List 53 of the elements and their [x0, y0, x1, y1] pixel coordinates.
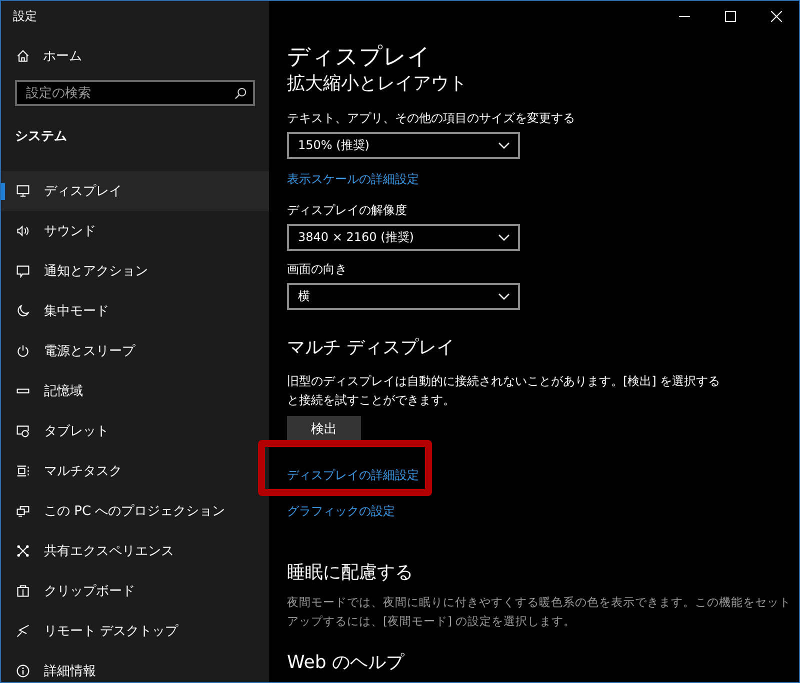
sidebar-item[interactable]: 共有エクスペリエンス: [1, 531, 269, 571]
sidebar-item[interactable]: クリップボード: [1, 571, 269, 611]
sidebar-item[interactable]: サウンド: [1, 211, 269, 251]
field-label: 画面の向き: [287, 261, 347, 277]
section-heading: 睡眠に配慮する: [287, 561, 413, 585]
description-text: 旧型のディスプレイは自動的に接続されないことがあります。[検出] を選択すると接続を試すことができます。: [287, 373, 722, 409]
projection-icon: [16, 504, 30, 518]
moon-icon: [16, 304, 30, 318]
section-heading: システム: [15, 128, 67, 145]
speaker-icon: [16, 224, 30, 238]
chevron-icon: [498, 142, 510, 150]
sidebar-item[interactable]: 電源とスリープ: [1, 331, 269, 371]
monitor-icon: [16, 184, 30, 198]
detect-button[interactable]: 検出: [287, 416, 361, 442]
message-icon: [16, 264, 30, 278]
sidebar-item[interactable]: ディスプレイ: [1, 171, 269, 211]
section-heading: マルチ ディスプレイ: [287, 336, 455, 360]
resolution-dropdown[interactable]: 3840 × 2160 (推奨): [287, 224, 520, 251]
home-icon: [16, 49, 30, 63]
orientation-dropdown[interactable]: 横: [287, 283, 520, 310]
maximize-icon: [724, 10, 736, 22]
tablet-icon: [16, 424, 30, 438]
field-label: ディスプレイの解像度: [287, 202, 407, 218]
multitask-icon: [16, 464, 30, 478]
home-link[interactable]: ホーム: [16, 43, 82, 69]
scale-dropdown[interactable]: 150% (推奨): [287, 132, 520, 159]
power-icon: [16, 344, 30, 358]
info-icon: [16, 664, 30, 678]
search-icon: [234, 87, 247, 100]
page-title: ディスプレイ: [287, 43, 431, 71]
settings-link[interactable]: ディスプレイの詳細設定: [287, 468, 419, 482]
search-field[interactable]: 設定の検索: [15, 80, 255, 106]
sidebar-item[interactable]: 詳細情報: [1, 651, 269, 682]
sidebar-item[interactable]: タブレット: [1, 411, 269, 451]
sidebar-item[interactable]: 通知とアクション: [1, 251, 269, 291]
close-icon: [770, 10, 782, 22]
chevron-icon: [498, 234, 510, 242]
chevron-icon: [498, 292, 510, 300]
sidebar-item[interactable]: リモート デスクトップ: [1, 611, 269, 651]
section-heading: 拡大縮小とレイアウト: [287, 72, 467, 96]
window-title: 設定: [12, 8, 37, 25]
sidebar-item[interactable]: この PC へのプロジェクション: [1, 491, 269, 531]
share-icon: [16, 544, 30, 558]
settings-link[interactable]: グラフィックの設定: [287, 504, 395, 518]
remote-icon: [16, 624, 30, 638]
description-text: 夜間モードでは、夜間に眠りに付きやすくする暖色系の色を表示できます。この機能をセットアップするには、[夜間モード] の設定を選択します。: [287, 594, 792, 630]
sidebar-item[interactable]: マルチタスク: [1, 451, 269, 491]
scale-settings-link[interactable]: 表示スケールの詳細設定: [287, 171, 419, 187]
sidebar-item[interactable]: 記憶域: [1, 371, 269, 411]
section-heading: Web のヘルプ: [287, 651, 404, 675]
field-label: テキスト、アプリ、その他の項目のサイズを変更する: [287, 110, 575, 126]
sidebar-item[interactable]: 集中モード: [1, 291, 269, 331]
clipboard-icon: [16, 584, 30, 598]
